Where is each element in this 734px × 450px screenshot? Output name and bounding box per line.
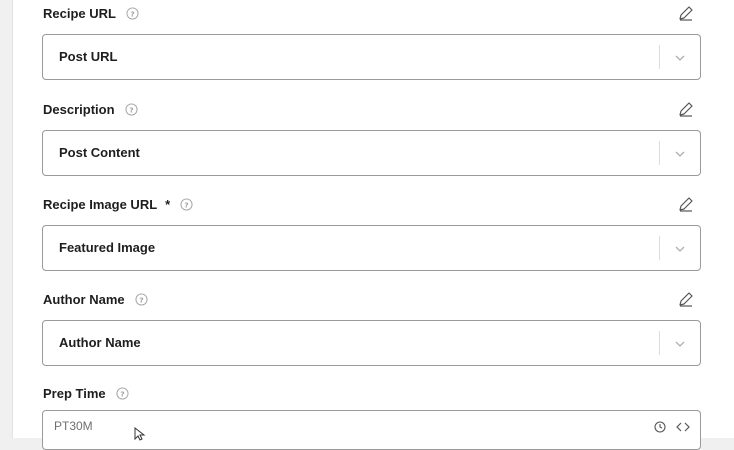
question-circle-icon[interactable]: ? — [126, 6, 139, 20]
field-label-row: Author Name ? — [43, 288, 148, 310]
svg-text:?: ? — [185, 200, 189, 209]
prep-time-value: PT30M — [54, 419, 93, 433]
select-divider — [659, 236, 660, 260]
svg-text:?: ? — [129, 105, 133, 114]
svg-text:?: ? — [120, 389, 124, 398]
field-label: Recipe URL — [43, 5, 116, 21]
recipe-url-select[interactable]: Post URL — [42, 34, 701, 80]
select-divider — [659, 331, 660, 355]
field-label: Prep Time — [43, 385, 106, 401]
question-circle-icon[interactable]: ? — [124, 102, 138, 116]
question-circle-icon[interactable]: ? — [116, 386, 129, 400]
pencil-icon[interactable] — [677, 290, 695, 308]
svg-text:?: ? — [139, 295, 143, 304]
pencil-icon[interactable] — [677, 4, 695, 22]
select-value: Featured Image — [59, 240, 156, 255]
select-divider — [659, 141, 660, 165]
field-label: Recipe Image URL — [43, 196, 158, 212]
select-value: Author Name — [59, 335, 141, 350]
chevron-down-icon[interactable] — [674, 147, 686, 159]
author-name-select[interactable]: Author Name — [42, 320, 701, 366]
field-label-row: Recipe URL ? — [43, 2, 139, 24]
field-label: Description — [43, 101, 115, 117]
field-label: Author Name — [43, 291, 125, 307]
select-divider — [659, 45, 660, 69]
pencil-icon[interactable] — [677, 100, 695, 118]
required-indicator: * — [165, 196, 171, 212]
svg-text:?: ? — [130, 9, 134, 18]
chevron-down-icon[interactable] — [674, 337, 686, 349]
pencil-icon[interactable] — [677, 195, 695, 213]
question-circle-icon[interactable]: ? — [135, 292, 148, 306]
chevron-down-icon[interactable] — [674, 242, 686, 254]
question-circle-icon[interactable]: ? — [180, 197, 193, 211]
field-label-row: Recipe Image URL * ? — [43, 193, 193, 215]
chevron-down-icon[interactable] — [674, 51, 686, 63]
field-mapping-panel: Recipe URL ? Post URL Description ? Post… — [12, 0, 734, 450]
code-brackets-icon[interactable] — [676, 420, 690, 432]
recipe-image-url-select[interactable]: Featured Image — [42, 225, 701, 271]
mouse-cursor-icon — [134, 426, 146, 441]
select-value: Post Content — [59, 145, 140, 160]
field-label-row: Prep Time ? — [43, 382, 129, 404]
clock-icon[interactable] — [654, 420, 666, 433]
select-value: Post URL — [59, 49, 118, 64]
field-label-row: Description ? — [43, 98, 138, 120]
description-select[interactable]: Post Content — [42, 130, 701, 176]
